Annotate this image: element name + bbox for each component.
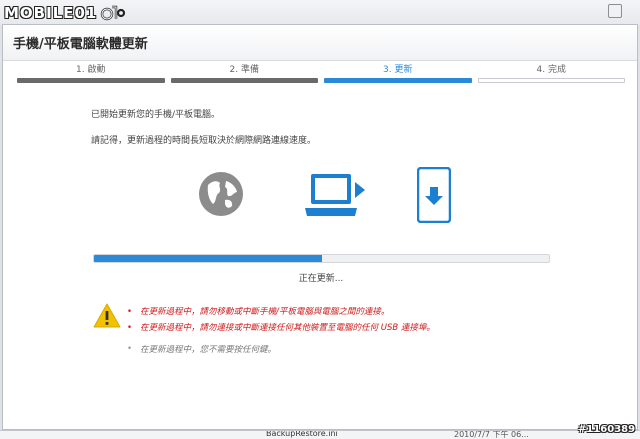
update-started-message: 已開始更新您的手機/平板電腦。: [91, 110, 221, 120]
file-name[interactable]: BackupRestore.ini: [266, 431, 338, 438]
warning-text: 在更新過程中，請勿連接或中斷連接任何其他裝置至電腦的任何 USB 連接埠。: [140, 323, 435, 333]
warning-text: 在更新過程中，請勿移動或中斷手機/平板電腦與電腦之間的連接。: [140, 307, 390, 317]
bullet-icon: •: [127, 344, 133, 354]
update-dialog: 手機/平板電腦軟體更新 1. 啟動 2. 準備 3. 更新 4. 完成 已開始更…: [2, 24, 638, 430]
file-date: 2010/7/7 下午 06...: [454, 430, 529, 439]
step-finish: 4. 完成: [477, 61, 625, 85]
dialog-title: 手機/平板電腦軟體更新: [13, 37, 148, 52]
post-id-watermark: #1160389: [578, 424, 636, 435]
progress-fill: [94, 255, 322, 262]
note-text: 在更新過程中，您不需要按任何鍵。: [140, 345, 277, 355]
step-indicator: 1. 啟動 2. 準備 3. 更新 4. 完成: [17, 61, 625, 85]
warning-item: • 在更新過程中，請勿連接或中斷連接任何其他裝置至電腦的任何 USB 連接埠。: [127, 320, 435, 336]
step-label: 3. 更新: [383, 65, 413, 75]
connection-speed-message: 請記得，更新過程的時間長短取決於網際網路連線速度。: [91, 136, 317, 146]
watermark-bar: MOBILE01: [0, 0, 640, 26]
step-label: 4. 完成: [536, 65, 566, 75]
progress-status: 正在更新...: [298, 274, 344, 284]
no-keypress-note: • 在更新過程中，您不需要按任何鍵。: [127, 343, 276, 355]
bicycle-icon: [100, 4, 126, 22]
background-file-list: BackupRestore.ini 2010/7/7 下午 06...: [0, 430, 640, 439]
bullet-icon: •: [127, 323, 133, 333]
step-label: 2. 準備: [229, 65, 259, 75]
step-prepare: 2. 準備: [170, 61, 318, 85]
step-start: 1. 啟動: [17, 61, 165, 85]
step-label: 1. 啟動: [76, 65, 106, 75]
update-progress-bar: [93, 254, 550, 263]
globe-icon: [198, 171, 244, 221]
step-bar: [324, 78, 472, 83]
warning-list: • 在更新過程中，請勿移動或中斷手機/平板電腦與電腦之間的連接。 • 在更新過程…: [127, 304, 435, 336]
step-update: 3. 更新: [324, 61, 472, 85]
step-bar: [477, 78, 625, 83]
bullet-icon: •: [127, 307, 133, 317]
warning-item: • 在更新過程中，請勿移動或中斷手機/平板電腦與電腦之間的連接。: [127, 304, 435, 320]
step-bar: [17, 78, 165, 83]
close-button[interactable]: [608, 4, 622, 18]
phone-download-icon: [416, 166, 452, 227]
site-logo-text: MOBILE01: [4, 4, 98, 22]
step-bar: [170, 78, 318, 83]
site-logo: MOBILE01: [4, 3, 126, 23]
dialog-header: 手機/平板電腦軟體更新: [3, 25, 637, 61]
warning-icon: [93, 303, 121, 332]
laptop-icon: [305, 172, 367, 222]
